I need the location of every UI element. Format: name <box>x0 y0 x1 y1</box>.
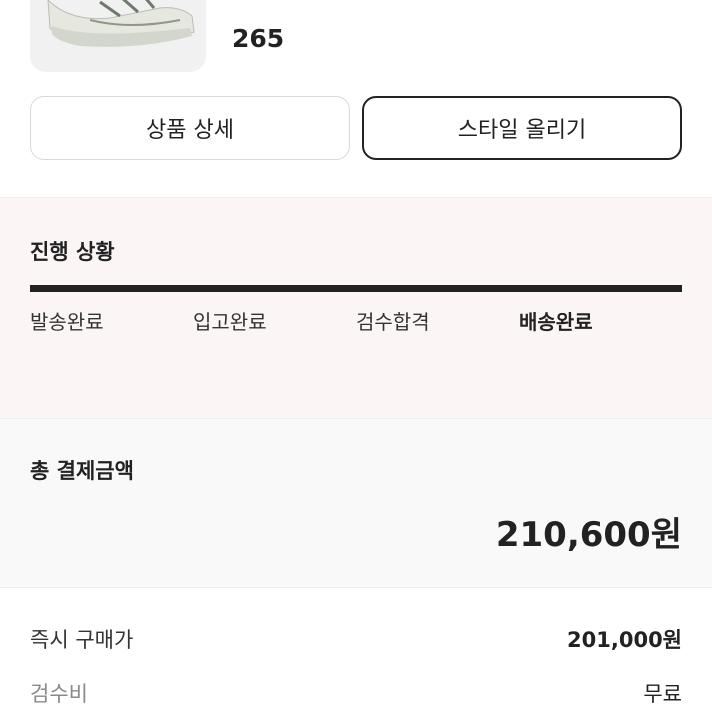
progress-title: 진행 상황 <box>30 240 115 264</box>
progress-bar <box>30 285 682 292</box>
step-received: 입고완료 <box>193 310 267 334</box>
step-delivered: 배송완료 <box>519 310 593 334</box>
step-inspection-passed: 검수합격 <box>356 310 430 334</box>
instant-buy-price-label: 즉시 구매가 <box>30 628 134 652</box>
inspection-fee-label: 검수비 <box>30 682 88 706</box>
sneaker-icon <box>47 0 195 47</box>
step-shipped: 발송완료 <box>30 310 104 334</box>
progress-section: 진행 상황 발송완료 입고완료 검수합격 배송완료 <box>0 198 712 418</box>
product-summary: 265 <box>0 0 712 80</box>
instant-buy-price-row: 즉시 구매가 201,000원 <box>30 624 682 658</box>
inspection-fee-value: 무료 <box>643 682 682 706</box>
instant-buy-price-value: 201,000원 <box>567 628 682 652</box>
product-size: 265 <box>232 24 285 53</box>
product-detail-button[interactable]: 상품 상세 <box>30 96 350 160</box>
total-payment-label: 총 결제금액 <box>30 459 134 483</box>
inspection-fee-row: 검수비 무료 <box>30 678 682 712</box>
upload-style-button[interactable]: 스타일 올리기 <box>362 96 682 160</box>
product-image[interactable] <box>30 0 206 72</box>
total-payment-section: 총 결제금액 210,600원 <box>0 418 712 588</box>
total-payment-amount: 210,600원 <box>495 515 682 555</box>
